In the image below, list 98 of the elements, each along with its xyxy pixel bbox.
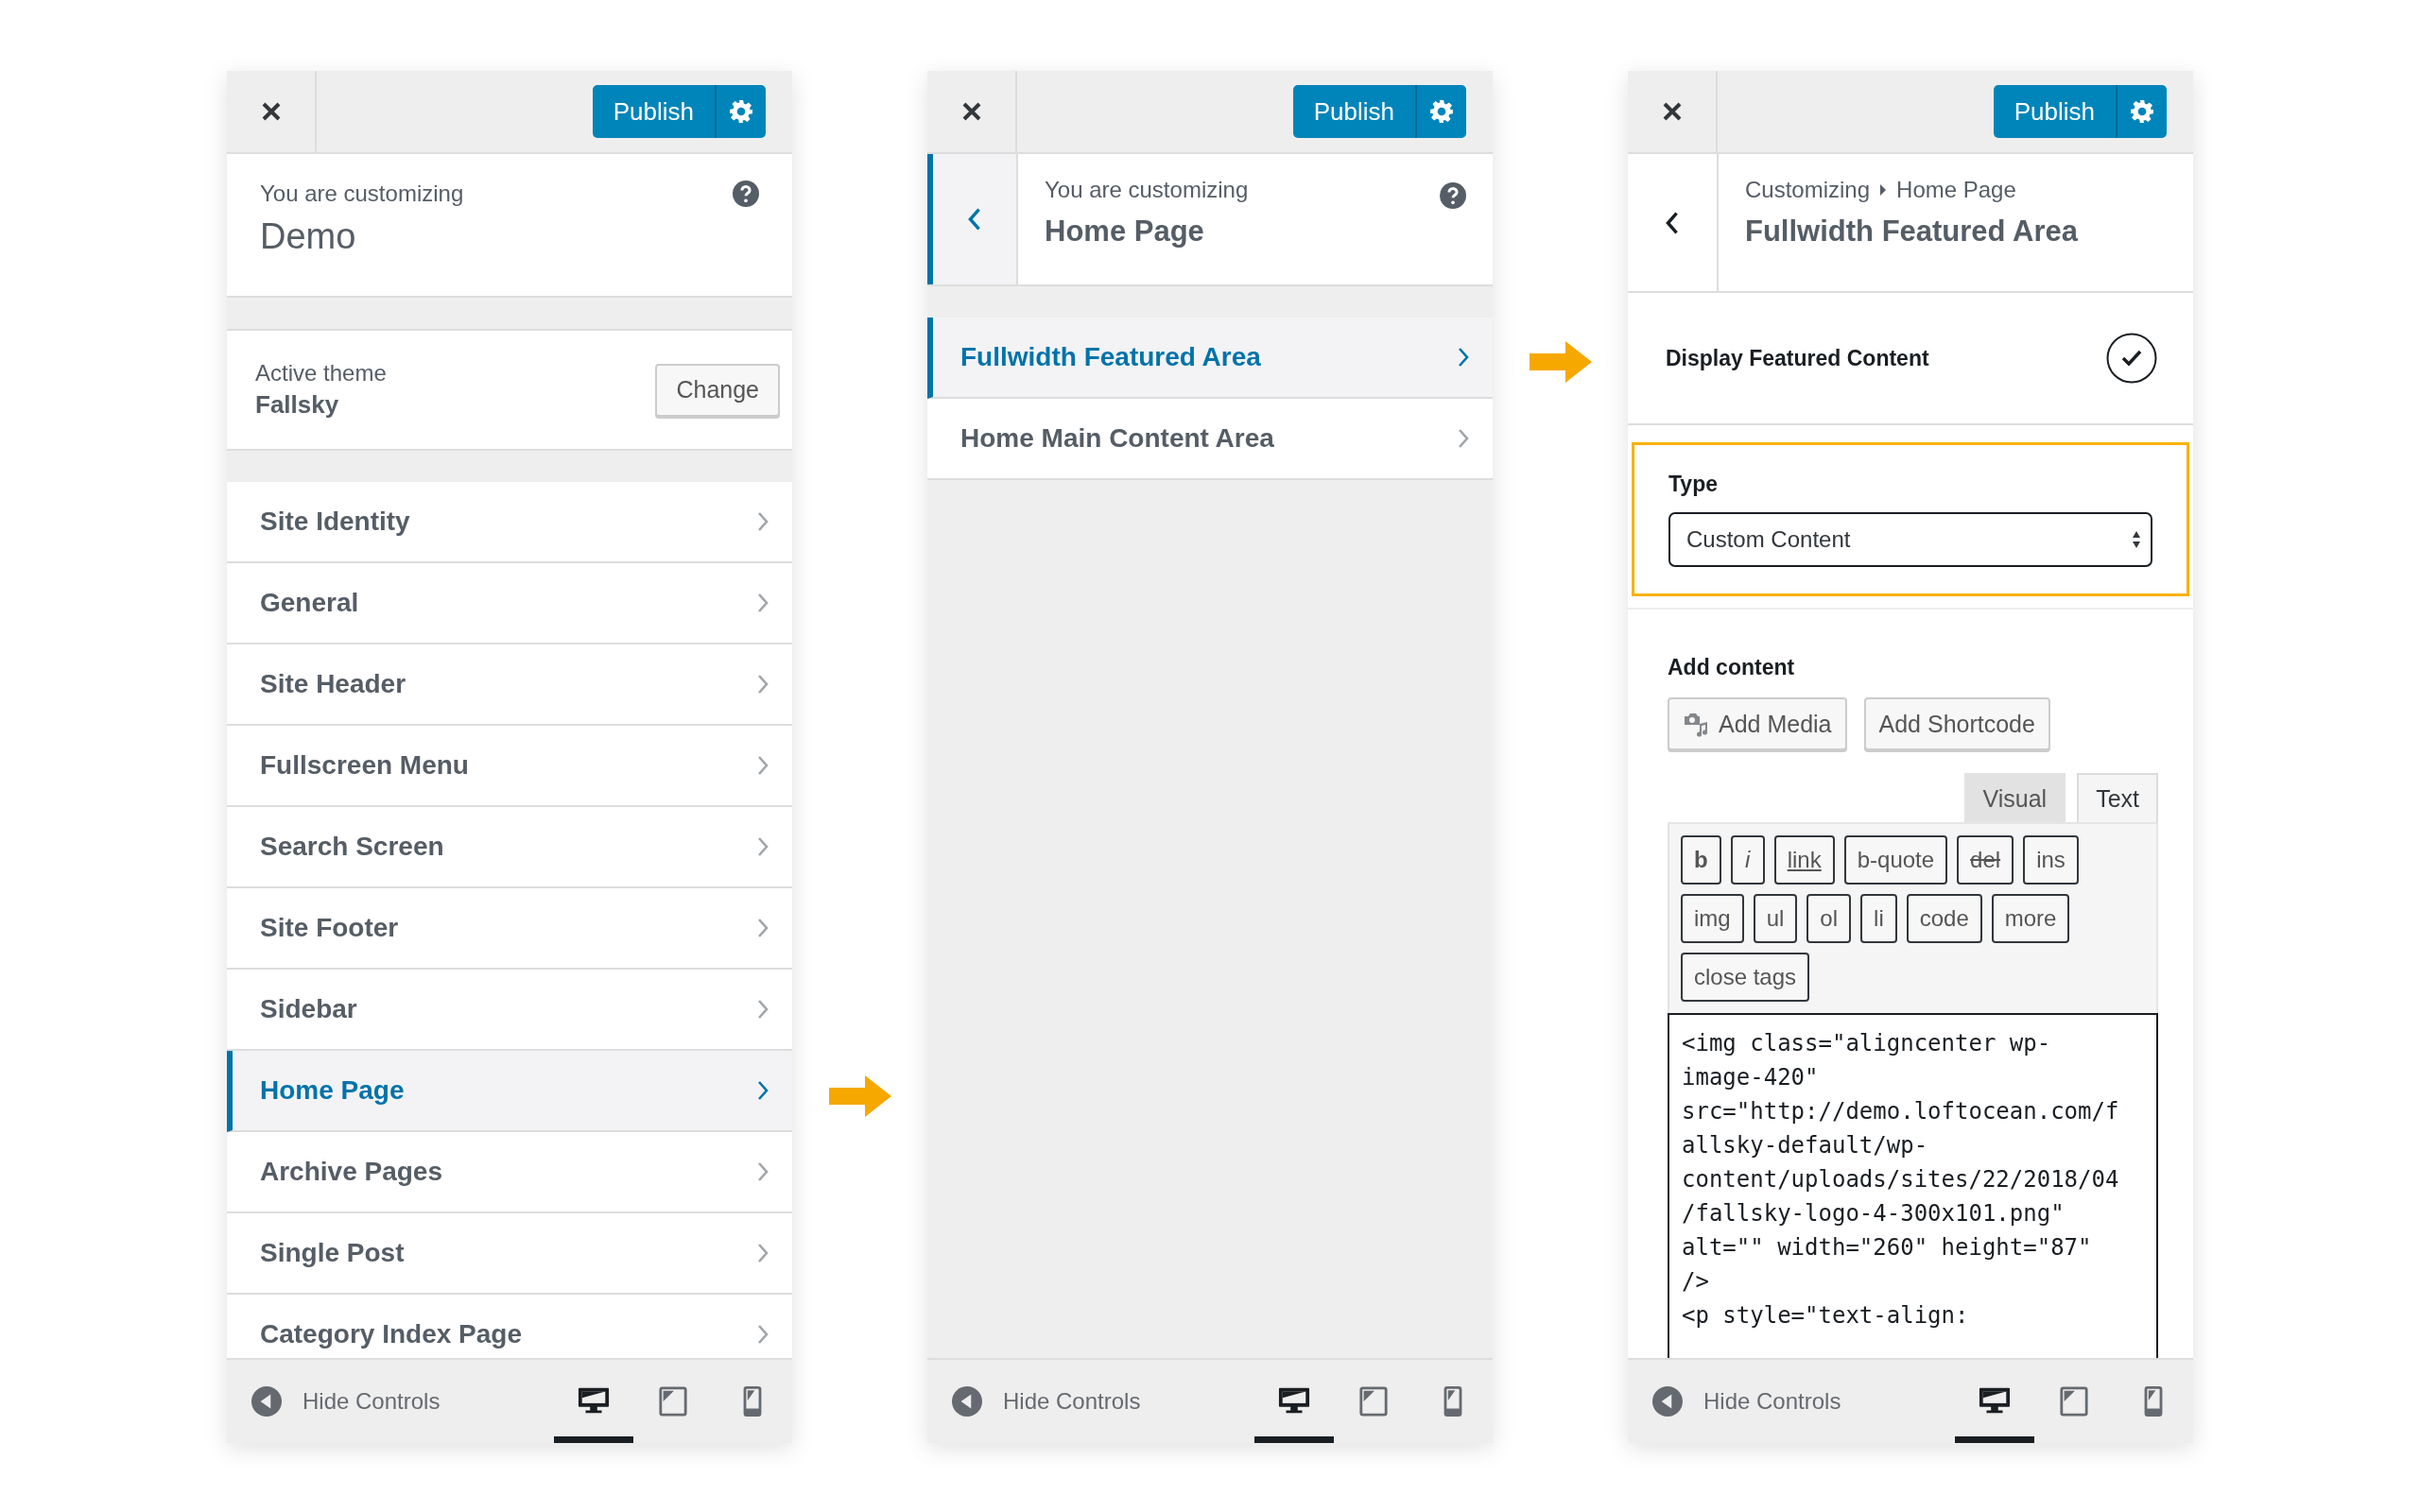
- customizing-caption: You are customizing: [1045, 177, 1249, 203]
- quicktag-button[interactable]: li: [1860, 894, 1897, 943]
- chevron-icon: [1457, 427, 1470, 450]
- quicktag-button[interactable]: more: [1991, 894, 2070, 943]
- publish-button[interactable]: Publish: [1292, 85, 1417, 138]
- hide-controls-label[interactable]: Hide Controls: [1703, 1388, 1841, 1415]
- settings-button[interactable]: [1417, 85, 1466, 138]
- arrow-icon: [1529, 341, 1592, 383]
- menu-item[interactable]: Fullscreen Menu: [227, 726, 792, 807]
- chevron-icon: [756, 917, 769, 939]
- type-select[interactable]: Custom Content: [1668, 512, 2152, 567]
- type-label: Type: [1668, 472, 1719, 497]
- back-icon: [967, 206, 982, 232]
- menu-item[interactable]: Single Post: [227, 1213, 792, 1295]
- collapse-icon[interactable]: [251, 1386, 282, 1417]
- menu-item[interactable]: Search Screen: [227, 807, 792, 888]
- help-icon[interactable]: [733, 180, 759, 207]
- collapse-icon[interactable]: [952, 1386, 982, 1417]
- phone-icon: [743, 1385, 762, 1417]
- hide-controls-label[interactable]: Hide Controls: [302, 1388, 441, 1415]
- site-title: Demo: [260, 216, 357, 257]
- menu-item[interactable]: General: [227, 563, 792, 644]
- chevron-icon: [756, 592, 769, 614]
- chevron-icon: [756, 1079, 769, 1102]
- settings-button[interactable]: [717, 85, 766, 138]
- menu-item[interactable]: Category Index Page: [227, 1295, 792, 1358]
- menu-item[interactable]: Site Identity: [227, 482, 792, 563]
- phone-icon: [1443, 1385, 1462, 1417]
- editor-tab[interactable]: Visual: [1963, 773, 2066, 822]
- menu-item[interactable]: Home Page: [227, 1051, 792, 1132]
- quicktag-button[interactable]: ol: [1806, 894, 1852, 943]
- settings-icon: [729, 99, 753, 124]
- menu-item[interactable]: Site Header: [227, 644, 792, 726]
- quicktag-button[interactable]: i: [1730, 835, 1765, 885]
- breadcrumb: Home Page: [1896, 177, 2016, 203]
- tablet-icon: [657, 1385, 689, 1417]
- theme-name: Fallsky: [255, 390, 340, 420]
- checkbox[interactable]: [2106, 333, 2157, 384]
- chevron-icon: [756, 1323, 769, 1346]
- section-title: Fullwidth Featured Area: [1745, 215, 2078, 249]
- code-line: content/uploads/sites/22/2018/04: [1682, 1165, 2120, 1194]
- chevron-icon: [756, 510, 769, 533]
- code-line: allsky-default/wp-: [1682, 1131, 1929, 1160]
- settings-icon: [2130, 99, 2154, 124]
- change-button[interactable]: Change: [655, 363, 780, 417]
- toggle-label: Display Featured Content: [1666, 345, 1929, 371]
- chevron-icon: [756, 754, 769, 777]
- tablet-icon: [2058, 1385, 2090, 1417]
- quicktag-button[interactable]: b: [1681, 835, 1721, 885]
- quicktag-button[interactable]: b-quote: [1843, 835, 1948, 885]
- theme-label: Active theme: [255, 360, 387, 387]
- phone-icon: [2144, 1385, 2163, 1417]
- editor-tab[interactable]: Text: [2077, 773, 2158, 822]
- menu-item[interactable]: Sidebar: [227, 970, 792, 1051]
- chevron-icon: [756, 673, 769, 696]
- add-media-button[interactable]: Add Media: [1668, 697, 1847, 750]
- section-title: Home Page: [1045, 215, 1205, 249]
- quicktag-button[interactable]: ins: [2023, 835, 2079, 885]
- updown-icon: [2132, 530, 2141, 549]
- add-shortcode-button[interactable]: Add Shortcode: [1863, 697, 2050, 750]
- add-content-label: Add content: [1668, 655, 1796, 680]
- code-line: /fallsky-logo-4-300x101.png": [1682, 1199, 2066, 1228]
- back-button[interactable]: [927, 154, 1018, 284]
- customizing-caption: You are customizing: [260, 180, 464, 207]
- menu-item[interactable]: Site Footer: [227, 888, 792, 970]
- media-icon: [1683, 711, 1709, 737]
- menu-item[interactable]: Home Main Content Area: [927, 399, 1493, 480]
- settings-button[interactable]: [2118, 85, 2167, 138]
- publish-button[interactable]: Publish: [592, 85, 717, 138]
- chevron-icon: [756, 1242, 769, 1264]
- breadcrumb: Customizing: [1745, 177, 1871, 203]
- quicktag-button[interactable]: img: [1681, 894, 1744, 943]
- code-line: <p style="text-align:: [1682, 1301, 1970, 1331]
- code-line: <img class="aligncenter wp-: [1682, 1029, 2052, 1058]
- chevron-icon: [1457, 346, 1470, 369]
- code-line: alt="" width="260" height="87": [1682, 1233, 2093, 1263]
- quicktag-button[interactable]: ul: [1753, 894, 1798, 943]
- hide-controls-label[interactable]: Hide Controls: [1003, 1388, 1141, 1415]
- collapse-icon[interactable]: [1652, 1386, 1683, 1417]
- caret-icon: [1879, 183, 1888, 197]
- settings-icon: [1429, 99, 1454, 124]
- code-line: image-420": [1682, 1063, 1820, 1092]
- code-line: src="http://demo.loftocean.com/f: [1682, 1097, 2120, 1126]
- chevron-icon: [756, 835, 769, 858]
- menu-item[interactable]: Archive Pages: [227, 1132, 792, 1213]
- menu-item[interactable]: Fullwidth Featured Area: [927, 318, 1493, 399]
- quicktag-button[interactable]: del: [1957, 835, 2014, 885]
- quicktag-button[interactable]: close tags: [1681, 953, 1810, 1002]
- tablet-icon: [1357, 1385, 1390, 1417]
- publish-button[interactable]: Publish: [1993, 85, 2118, 138]
- quicktag-button[interactable]: code: [1906, 894, 1982, 943]
- help-icon[interactable]: [1440, 182, 1466, 209]
- arrow-icon: [828, 1075, 891, 1117]
- quicktag-button[interactable]: link: [1773, 835, 1835, 885]
- chevron-icon: [756, 998, 769, 1021]
- code-editor[interactable]: [1668, 1013, 2158, 1358]
- code-line: />: [1682, 1267, 1710, 1297]
- chevron-icon: [756, 1160, 769, 1183]
